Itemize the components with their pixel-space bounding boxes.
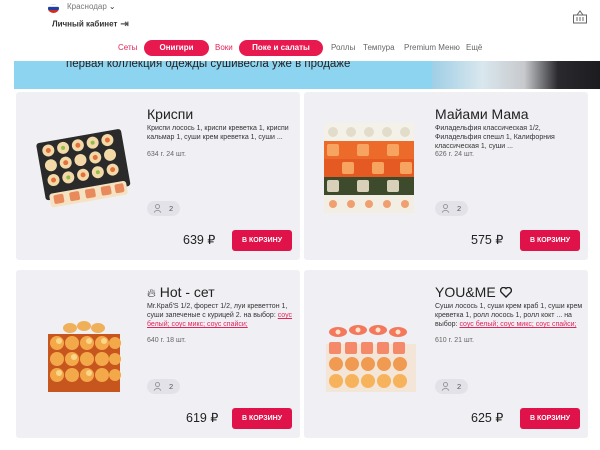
account-label: Личный кабинет [52, 19, 118, 29]
account-link[interactable]: Личный кабинет ⇥ [52, 19, 129, 30]
product-card-crispy[interactable]: Криспи Криспи лосось 1, криспи креветка … [16, 92, 300, 260]
persons-count: 2 [169, 204, 174, 213]
product-description: Филадельфия классическая 1/2, Филадельфи… [435, 125, 555, 150]
product-title[interactable]: YOU&ME [435, 284, 512, 300]
add-to-cart-button[interactable]: В КОРЗИНУ [232, 230, 292, 251]
product-weight-count: 626 г. 24 шт. [435, 151, 474, 158]
sauce-options-link[interactable]: соус белый; соус микс; соус спайси; [459, 321, 576, 328]
product-image [326, 325, 416, 392]
nav-item-more[interactable]: Ещё [466, 40, 482, 56]
persons-badge: 2 [435, 379, 468, 394]
product-image [324, 123, 414, 213]
add-to-cart-button[interactable]: В КОРЗИНУ [232, 408, 292, 429]
cart-icon[interactable] [572, 10, 588, 24]
top-bar: Краснодар ⌄ Личный кабинет ⇥ [0, 0, 600, 38]
product-title-text: YOU&ME [435, 284, 496, 300]
nav-item-poke[interactable]: Поке и салаты [239, 40, 323, 56]
product-card-hot-set[interactable]: 🔥︎ Hot - сет Mr.Краб'S 1/2, форест 1/2, … [16, 270, 300, 438]
add-to-cart-button[interactable]: В КОРЗИНУ [520, 408, 580, 429]
product-title[interactable]: 🔥︎ Hot - сет [147, 284, 215, 301]
persons-badge: 2 [435, 201, 468, 216]
chevron-down-icon: ⌄ [108, 2, 116, 11]
nav-item-sets[interactable]: Сеты [118, 40, 137, 56]
product-weight-count: 610 г. 21 шт. [435, 337, 474, 344]
product-price: 639 ₽ [183, 233, 216, 247]
fire-icon: 🔥︎ [147, 286, 156, 300]
product-card-miami-mama[interactable]: Майами Мама Филадельфия классическая 1/2… [304, 92, 588, 260]
product-description: Суши лосось 1, суши крем краб 1, суши кр… [435, 302, 585, 329]
product-price: 619 ₽ [186, 411, 219, 425]
banner-text: первая коллекция одежды сушивесла уже в … [66, 61, 351, 70]
banner-photo [432, 61, 600, 89]
product-weight-count: 634 г. 24 шт. [147, 151, 186, 158]
product-card-you-and-me[interactable]: YOU&ME Суши лосось 1, суши крем краб 1, … [304, 270, 588, 438]
add-to-cart-button[interactable]: В КОРЗИНУ [520, 230, 580, 251]
product-title[interactable]: Криспи [147, 106, 193, 122]
nav-item-rolls[interactable]: Роллы [331, 40, 355, 56]
product-description: Криспи лосось 1, криспи креветка 1, крис… [147, 125, 289, 141]
persons-count: 2 [457, 382, 462, 391]
nav-item-onigiri[interactable]: Онигири [144, 40, 209, 56]
product-title[interactable]: Майами Мама [435, 106, 529, 122]
product-image [48, 321, 121, 392]
nav-item-woks[interactable]: Воки [215, 40, 233, 56]
product-image [36, 129, 131, 208]
product-price: 625 ₽ [471, 411, 504, 425]
category-nav: Сеты Онигири Воки Поке и салаты Роллы Те… [0, 40, 600, 56]
persons-badge: 2 [147, 379, 180, 394]
person-icon [153, 382, 162, 391]
person-icon [441, 204, 450, 213]
product-weight-count: 640 г. 18 шт. [147, 337, 186, 344]
nav-item-tempura[interactable]: Темпура [363, 40, 395, 56]
persons-count: 2 [169, 382, 174, 391]
persons-badge: 2 [147, 201, 180, 216]
persons-count: 2 [457, 204, 462, 213]
nav-item-premium[interactable]: Premium Меню [404, 40, 460, 56]
heart-icon [499, 286, 512, 298]
login-icon: ⇥ [120, 19, 129, 30]
city-label: Краснодар [67, 2, 107, 11]
product-title-text: Hot - сет [159, 284, 215, 300]
product-description: Mr.Краб'S 1/2, форест 1/2, луи креветтон… [147, 302, 297, 329]
promo-banner[interactable]: первая коллекция одежды сушивесла уже в … [14, 61, 600, 89]
person-icon [153, 204, 162, 213]
product-price: 575 ₽ [471, 233, 504, 247]
russia-flag-icon [48, 4, 59, 13]
city-selector[interactable]: Краснодар ⌄ [67, 2, 116, 11]
person-icon [441, 382, 450, 391]
product-description-text: Mr.Краб'S 1/2, форест 1/2, луи креветтон… [147, 303, 288, 319]
